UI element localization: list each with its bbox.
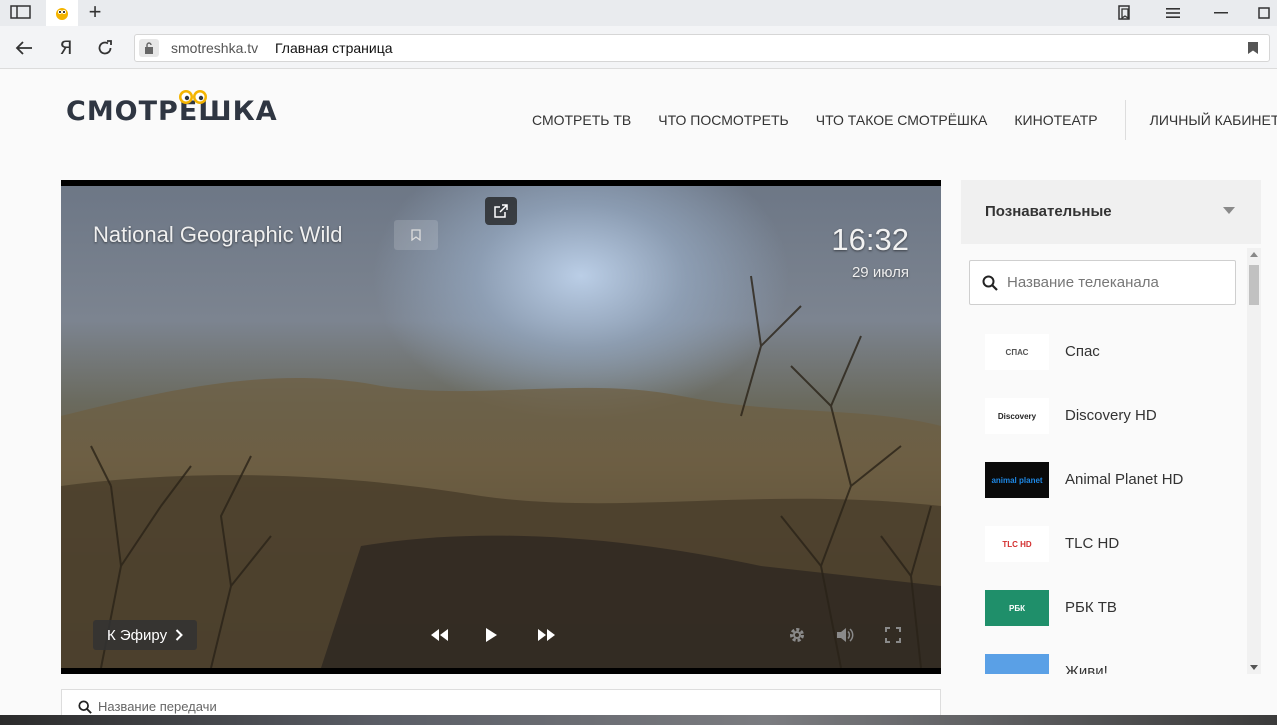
volume-icon	[837, 628, 854, 642]
search-icon	[78, 700, 92, 714]
fullscreen-icon	[885, 627, 901, 643]
site-page: СМОТРЁШКА СМОТРЕТЬ ТВ ЧТО ПОСМОТРЕТЬ ЧТО…	[0, 69, 1277, 725]
nav-divider	[1124, 100, 1126, 140]
play-button[interactable]	[477, 622, 505, 648]
channel-item[interactable]: Discovery Discovery HD	[985, 398, 1225, 434]
channel-list-scrollbar[interactable]	[1247, 248, 1261, 674]
play-icon	[486, 628, 497, 642]
top-navigation: СМОТРЕТЬ ТВ ЧТО ПОСМОТРЕТЬ ЧТО ТАКОЕ СМО…	[532, 100, 1277, 140]
gear-icon	[790, 628, 804, 642]
url-domain: smotreshka.tv	[171, 40, 259, 56]
program-search-placeholder: Название передачи	[98, 699, 217, 714]
back-arrow-icon[interactable]	[12, 36, 36, 60]
volume-button[interactable]	[831, 622, 859, 648]
nav-cinema[interactable]: КИНОТЕАТР	[1014, 112, 1097, 128]
menu-icon[interactable]	[1158, 2, 1188, 24]
channel-logo	[985, 654, 1049, 674]
scrollbar-thumb[interactable]	[1249, 265, 1259, 305]
current-time: 16:32	[831, 222, 909, 257]
browser-tab-bar: +	[0, 0, 1277, 26]
chevron-down-icon	[1223, 207, 1235, 214]
channel-logo: animal planet	[985, 462, 1049, 498]
popout-button[interactable]	[485, 197, 517, 225]
settings-button[interactable]	[783, 622, 811, 648]
fast-forward-button[interactable]	[533, 622, 561, 648]
category-dropdown[interactable]: Познавательные	[961, 180, 1261, 244]
rewind-button[interactable]	[425, 622, 453, 648]
bookmark-icon	[411, 229, 421, 241]
bookmark-icon[interactable]	[1247, 41, 1259, 55]
channel-name: Живи!	[1065, 663, 1108, 674]
new-tab-button[interactable]: +	[84, 1, 106, 24]
channel-name: РБК ТВ	[1065, 599, 1117, 616]
channel-name: Спас	[1065, 343, 1100, 360]
minimize-icon[interactable]	[1206, 2, 1236, 24]
go-live-button[interactable]: К Эфиру	[93, 620, 198, 650]
rewind-icon	[431, 629, 448, 641]
fullscreen-button[interactable]	[879, 622, 907, 648]
chevron-right-icon	[175, 629, 184, 641]
channel-name: Animal Planet HD	[1065, 471, 1184, 488]
channel-title: National Geographic Wild	[93, 222, 343, 247]
scroll-up-icon[interactable]	[1250, 252, 1258, 257]
scroll-down-icon[interactable]	[1250, 665, 1258, 670]
yandex-logo-icon[interactable]: Я	[54, 36, 78, 60]
favorite-channel-button[interactable]	[394, 220, 438, 250]
search-icon	[982, 275, 998, 291]
category-label: Познавательные	[985, 203, 1112, 220]
channel-search-placeholder: Название телеканала	[1007, 274, 1159, 291]
browser-tab[interactable]	[46, 0, 78, 26]
nav-watch-tv[interactable]: СМОТРЕТЬ ТВ	[532, 112, 631, 128]
bookmarks-icon[interactable]	[1110, 2, 1140, 24]
lock-icon[interactable]	[139, 39, 159, 57]
site-logo[interactable]: СМОТРЁШКА	[66, 89, 278, 129]
url-page-title: Главная страница	[275, 40, 393, 56]
channel-logo: Discovery	[985, 398, 1049, 434]
channel-panel: Познавательные Название телеканала СПАС С…	[961, 180, 1261, 674]
channel-item[interactable]: РБК РБК ТВ	[985, 590, 1225, 626]
fast-forward-icon	[538, 629, 555, 641]
video-scene	[61, 275, 941, 668]
url-field[interactable]: smotreshka.tv Главная страница	[134, 34, 1270, 62]
reload-icon[interactable]	[93, 36, 117, 60]
video-player[interactable]: National Geographic Wild 16:32 29 июля К…	[61, 180, 941, 674]
channel-name: TLC HD	[1065, 535, 1120, 552]
channel-list: Название телеканала СПАС Спас Discovery Dis…	[961, 244, 1261, 674]
site-favicon-icon	[56, 8, 68, 20]
channel-item[interactable]: TLC HD TLC HD	[985, 526, 1225, 562]
external-link-icon	[494, 204, 508, 218]
sidebar-toggle-icon[interactable]	[10, 4, 32, 20]
channel-search-input[interactable]: Название телеканала	[969, 260, 1236, 305]
logo-text: СМОТРЁШКА	[66, 96, 278, 127]
nav-about[interactable]: ЧТО ТАКОЕ СМОТРЁШКА	[816, 112, 988, 128]
channel-name: Discovery HD	[1065, 407, 1157, 424]
logo-eyes-icon	[179, 90, 207, 104]
channel-item[interactable]: animal planet Animal Planet HD	[985, 462, 1225, 498]
nav-what-to-watch[interactable]: ЧТО ПОСМОТРЕТЬ	[658, 112, 788, 128]
channel-logo: СПАС	[985, 334, 1049, 370]
browser-address-bar: Я smotreshka.tv Главная страница	[0, 26, 1277, 69]
maximize-icon[interactable]	[1250, 2, 1277, 24]
go-live-label: К Эфиру	[107, 626, 168, 644]
channel-logo: РБК	[985, 590, 1049, 626]
current-date: 29 июля	[851, 264, 909, 281]
bottom-banner	[0, 715, 1277, 725]
channel-logo: TLC HD	[985, 526, 1049, 562]
nav-account[interactable]: ЛИЧНЫЙ КАБИНЕТ	[1150, 112, 1277, 128]
video-frame[interactable]: National Geographic Wild 16:32 29 июля К…	[61, 186, 941, 668]
channel-item[interactable]: Живи!	[985, 654, 1225, 674]
channel-item[interactable]: СПАС Спас	[985, 334, 1225, 370]
